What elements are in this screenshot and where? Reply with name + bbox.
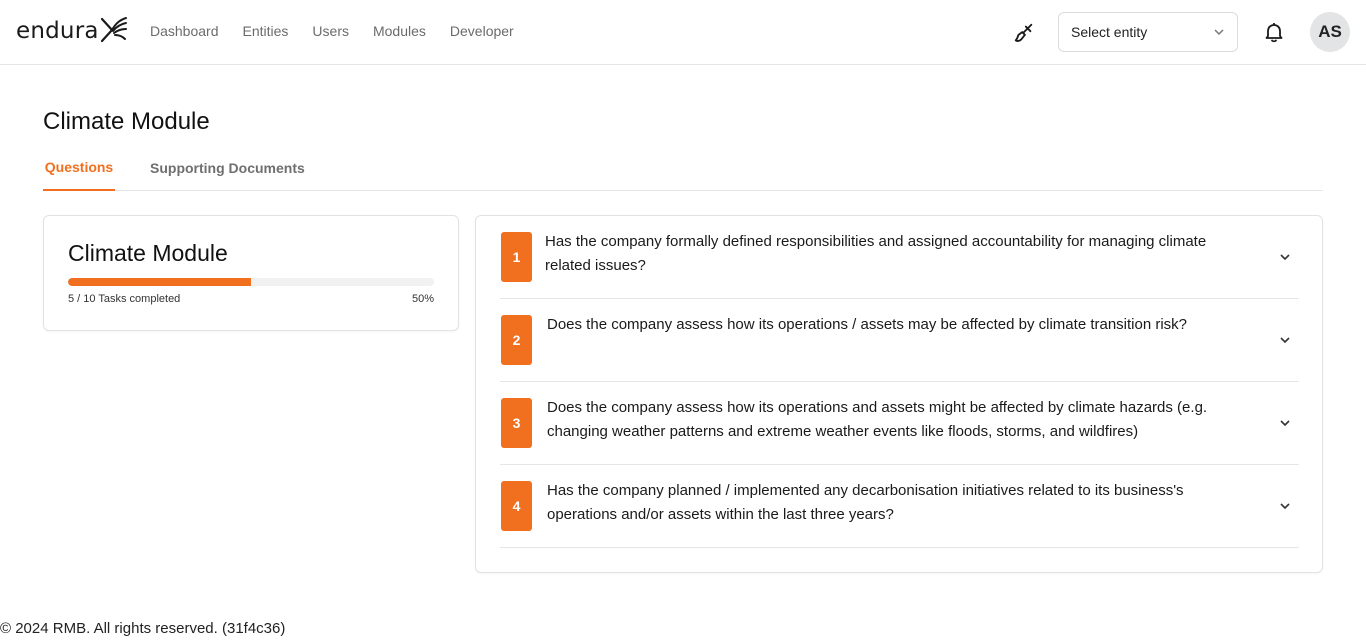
tab-supporting-documents[interactable]: Supporting Documents <box>150 145 305 191</box>
nav-entities[interactable]: Entities <box>243 23 289 39</box>
brand-mark-icon <box>100 17 127 43</box>
question-number-badge: 1 <box>501 232 532 282</box>
question-number-badge: 3 <box>501 398 532 448</box>
question-item[interactable]: 1 Has the company formally defined respo… <box>500 216 1299 299</box>
questions-panel: 1 Has the company formally defined respo… <box>475 215 1323 573</box>
top-navigation-bar: endura Dashboard Entities Users Modules … <box>0 0 1366 65</box>
tab-questions[interactable]: Questions <box>43 145 115 191</box>
question-text: Does the company assess how its operatio… <box>547 399 1208 440</box>
question-item[interactable]: 2 Does the company assess how its operat… <box>500 299 1299 382</box>
chevron-down-icon <box>1214 29 1224 36</box>
nav-users[interactable]: Users <box>312 23 349 39</box>
progress-bar-fill <box>68 278 251 286</box>
question-text: Has the company formally defined respons… <box>545 233 1207 274</box>
brand-logo[interactable]: endura <box>16 14 128 48</box>
question-item[interactable]: 3 Does the company assess how its operat… <box>500 382 1299 465</box>
user-avatar[interactable]: AS <box>1310 12 1350 52</box>
question-item[interactable]: 4 Has the company planned / implemented … <box>500 465 1299 548</box>
question-text: Does the company assess how its operatio… <box>547 316 1188 333</box>
nav-developer[interactable]: Developer <box>450 23 514 39</box>
chevron-down-icon[interactable] <box>1279 251 1291 263</box>
progress-card-title: Climate Module <box>68 240 228 266</box>
progress-bar <box>68 278 434 286</box>
entity-select-label: Select entity <box>1071 24 1148 40</box>
notifications-bell-icon[interactable] <box>1262 20 1286 44</box>
entity-select[interactable]: Select entity <box>1058 12 1238 52</box>
question-number-badge: 2 <box>501 315 532 365</box>
footer-copyright: © 2024 RMB. All rights reserved. (31f4c3… <box>0 620 286 637</box>
question-text: Has the company planned / implemented an… <box>547 482 1184 523</box>
nav-dashboard[interactable]: Dashboard <box>150 23 219 39</box>
chevron-down-icon[interactable] <box>1279 417 1291 429</box>
module-tabs: Questions Supporting Documents <box>43 145 1323 191</box>
question-number-badge: 4 <box>501 481 532 531</box>
chevron-down-icon[interactable] <box>1279 500 1291 512</box>
progress-percent-label: 50% <box>411 293 434 305</box>
tasks-completed-label: 5 / 10 Tasks completed <box>68 293 181 305</box>
page-title: Climate Module <box>43 108 210 135</box>
nav-modules[interactable]: Modules <box>373 23 426 39</box>
chevron-down-icon[interactable] <box>1279 334 1291 346</box>
main-nav: Dashboard Entities Users Modules Develop… <box>150 23 538 39</box>
module-progress-card: Climate Module 5 / 10 Tasks completed 50… <box>43 215 459 331</box>
brand-name: endura <box>16 18 99 44</box>
paintbrush-icon[interactable] <box>1013 22 1035 44</box>
